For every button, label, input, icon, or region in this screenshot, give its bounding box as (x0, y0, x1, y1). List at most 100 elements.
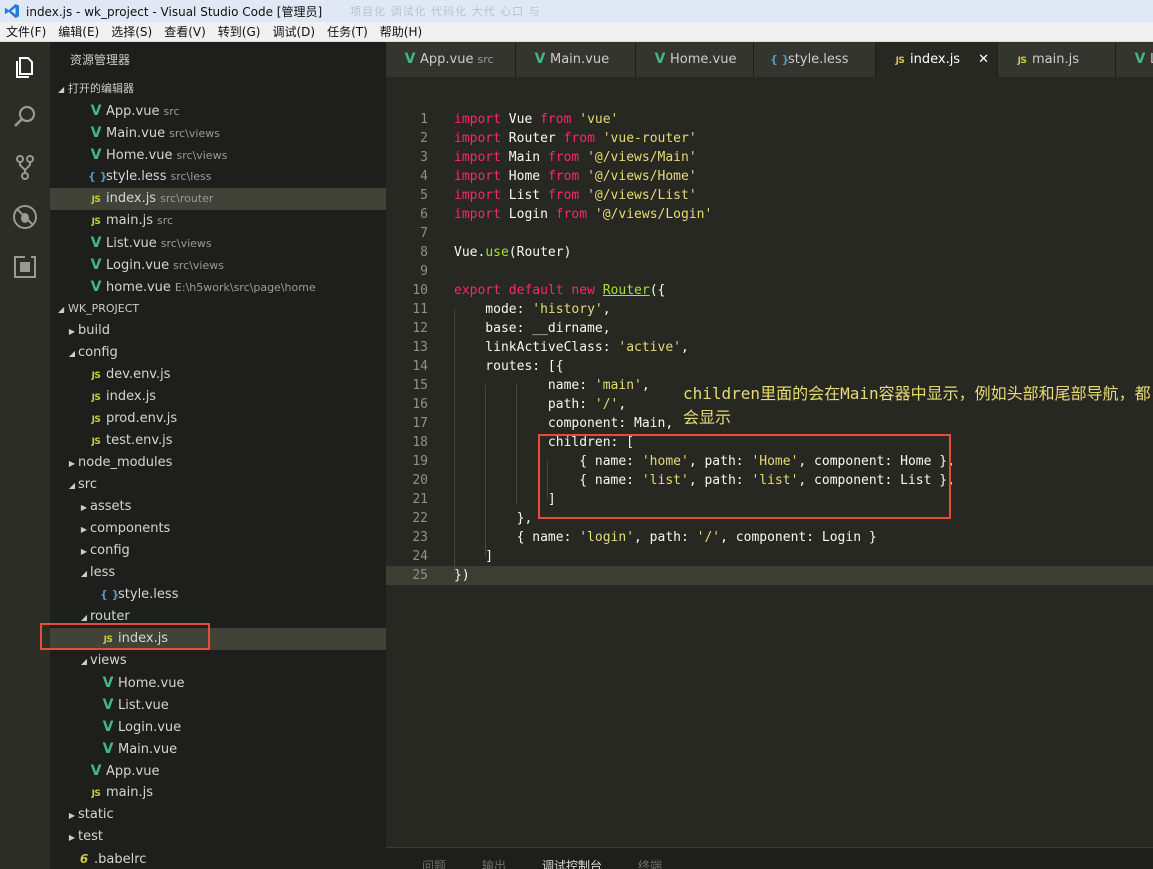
code-token: from (547, 150, 580, 165)
code-token: 'vue-router' (602, 131, 697, 146)
line-number: 23 (412, 530, 428, 545)
code-line: 14 routes: [{ (386, 357, 1153, 376)
tab-style-less[interactable]: { }style.less (754, 42, 876, 77)
tab-main-js[interactable]: JS main.js (998, 42, 1116, 77)
menu-item-4[interactable]: 转到(G) (218, 23, 261, 40)
tree-folder[interactable]: ◢ views (50, 650, 386, 672)
explorer-button[interactable] (0, 42, 50, 92)
line-number: 6 (420, 207, 428, 222)
menu-item-7[interactable]: 帮助(H) (380, 23, 422, 40)
open-editor-item[interactable]: JS main.js src (50, 210, 386, 232)
open-editor-item[interactable]: { }style.less src\less (50, 166, 386, 188)
tree-folder[interactable]: ◢ src (50, 474, 386, 496)
search-button[interactable] (0, 92, 50, 142)
tree-file[interactable]: 6 .babelrc (50, 848, 386, 869)
tree-folder[interactable]: ▶ config (50, 540, 386, 562)
tree-file[interactable]: V Home.vue (50, 672, 386, 694)
open-editor-item[interactable]: V Login.vue src\views (50, 254, 386, 276)
tree-folder[interactable]: ▶ static (50, 804, 386, 826)
open-editor-item[interactable]: V App.vue src (50, 100, 386, 122)
open-editor-item[interactable]: V Home.vue src\views (50, 144, 386, 166)
code-token: '@/views/Home' (587, 169, 697, 184)
tree-file[interactable]: JS test.env.js (50, 430, 386, 452)
tab-index-js[interactable]: JS index.js ✕ (876, 42, 998, 77)
folder-name: router (90, 609, 130, 624)
menu-item-3[interactable]: 查看(V) (164, 23, 206, 40)
js-file-icon: JS (91, 789, 101, 799)
tree-file[interactable]: JS index.js (50, 386, 386, 408)
open-editor-item[interactable]: JS index.js src\router (50, 188, 386, 210)
code-token: import (454, 150, 501, 165)
source-control-button[interactable] (0, 142, 50, 192)
tab-home-vue[interactable]: V Home.vue (636, 42, 754, 77)
vue-file-icon: V (404, 51, 416, 67)
menu-item-5[interactable]: 调试(D) (272, 23, 315, 40)
panel-tab-0[interactable]: 问题 (422, 853, 446, 869)
menu-item-0[interactable]: 文件(F) (6, 23, 46, 40)
tree-file[interactable]: JS prod.env.js (50, 408, 386, 430)
tree-folder[interactable]: ◢ less (50, 562, 386, 584)
file-name: Main.vue (106, 126, 166, 141)
tree-file[interactable]: JS dev.env.js (50, 364, 386, 386)
file-path: src\views (169, 127, 220, 140)
code-text: path: '/', (454, 395, 626, 414)
chevron-right-icon: ▶ (68, 833, 76, 842)
tree-file[interactable]: V Login.vue (50, 716, 386, 738)
tree-folder[interactable]: ◢ config (50, 342, 386, 364)
file-name: Home.vue (106, 148, 173, 163)
tab-l[interactable]: VL (1116, 42, 1153, 77)
code-text: Vue.use(Router) (454, 243, 571, 262)
file-name: test.env.js (106, 433, 173, 448)
open-editors-header[interactable]: ◢ 打开的编辑器 (50, 78, 386, 100)
menu-item-6[interactable]: 任务(T) (327, 23, 368, 40)
tree-file[interactable]: V App.vue (50, 760, 386, 782)
vue-file-icon: V (102, 741, 114, 757)
js-file-icon: JS (895, 56, 905, 66)
open-editor-item[interactable]: V Main.vue src\views (50, 122, 386, 144)
code-text: import Main from '@/views/Main' (454, 148, 697, 167)
debug-button[interactable] (0, 192, 50, 242)
menu-item-1[interactable]: 编辑(E) (58, 23, 99, 40)
file-name: main.js (106, 213, 153, 228)
code-token: , (641, 378, 650, 393)
vue-file-icon: V (90, 763, 102, 779)
code-line: 25}) (386, 566, 1153, 585)
file-name: index.js (106, 191, 157, 206)
code-text: routes: [{ (454, 357, 563, 376)
chevron-down-icon: ◢ (68, 481, 76, 490)
tree-folder[interactable]: ▶ assets (50, 496, 386, 518)
tree-file[interactable]: { }style.less (50, 584, 386, 606)
tree-folder[interactable]: ▶ node_modules (50, 452, 386, 474)
panel-tab-3[interactable]: 终端 (638, 853, 662, 869)
panel-tab-1[interactable]: 输出 (482, 853, 506, 869)
tree-file[interactable]: V List.vue (50, 694, 386, 716)
menu-item-2[interactable]: 选择(S) (111, 23, 152, 40)
project-header[interactable]: ◢ WK_PROJECT (50, 298, 386, 320)
folder-name: assets (90, 499, 132, 514)
tree-file[interactable]: JS main.js (50, 782, 386, 804)
panel-tab-2[interactable]: 调试控制台 (542, 853, 602, 869)
code-token: Vue. (454, 245, 486, 260)
tree-folder[interactable]: ▶ components (50, 518, 386, 540)
line-number: 22 (412, 511, 428, 526)
tab-app-vue[interactable]: V App.vue src (386, 42, 516, 77)
open-editor-item[interactable]: Vhome.vue E:\h5work\src\page\home (50, 276, 386, 298)
code-line: 4 import Home from '@/views/Home' (386, 167, 1153, 186)
line-number: 10 (412, 283, 428, 298)
tab-main-vue[interactable]: V Main.vue (516, 42, 636, 77)
code-token: base: __dirname, (454, 321, 611, 336)
extensions-button[interactable] (0, 242, 50, 292)
code-token: '@/views/List' (587, 188, 697, 203)
open-editor-item[interactable]: V List.vue src\views (50, 232, 386, 254)
code-text: }, (454, 509, 533, 528)
file-path: src (157, 214, 174, 227)
close-icon[interactable]: ✕ (978, 42, 989, 77)
tree-folder[interactable]: ▶ test (50, 826, 386, 848)
tree-folder[interactable]: ▶ build (50, 320, 386, 342)
code-editor[interactable]: 25}) 24 ] 23 { name: 'login', path: '/', c… (386, 77, 1153, 847)
code-token: '/' (696, 530, 721, 545)
tree-file[interactable]: V Main.vue (50, 738, 386, 760)
